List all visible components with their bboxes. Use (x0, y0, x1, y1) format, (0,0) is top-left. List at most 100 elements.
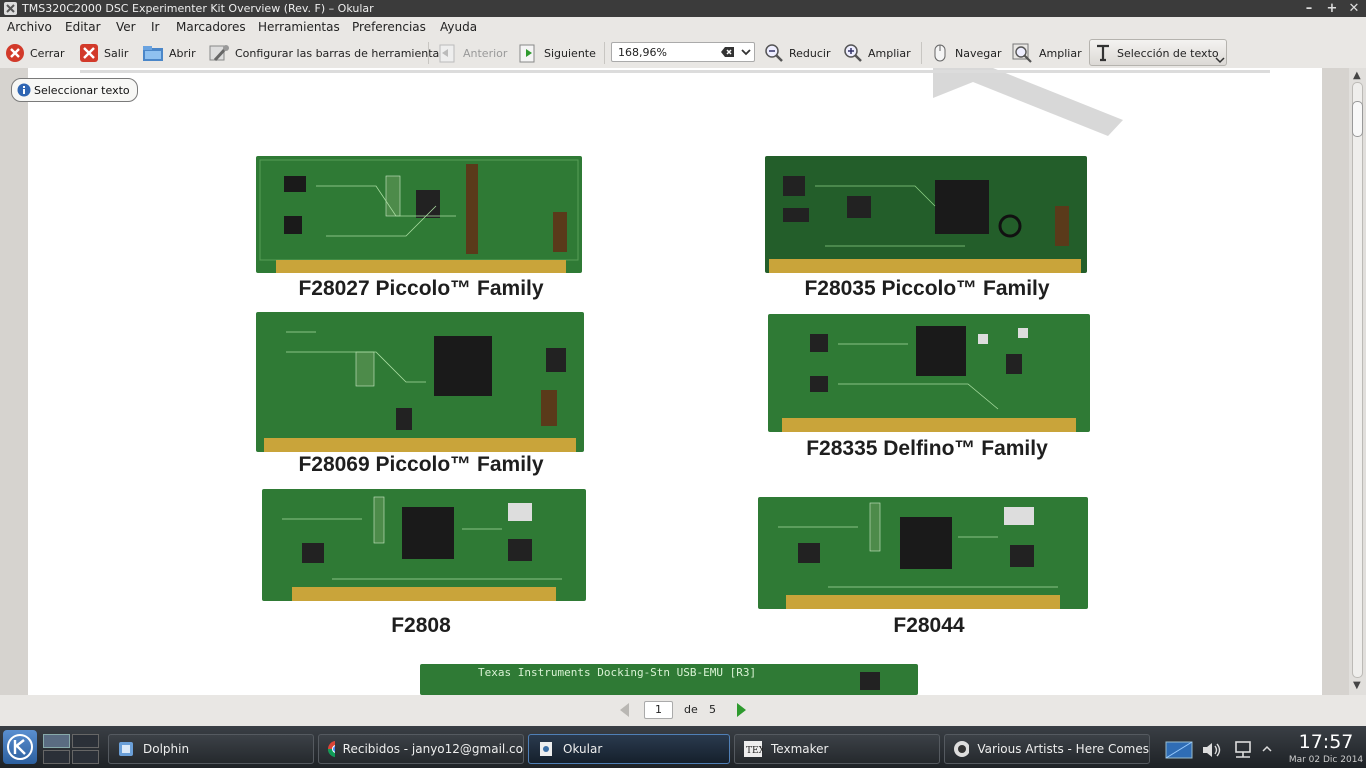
zoom-in-icon (844, 44, 862, 62)
zoom-tool-label: Ampliar (1039, 46, 1082, 60)
network-icon[interactable] (1232, 740, 1254, 760)
task-okular[interactable]: Okular (528, 734, 730, 764)
board-label-f28027: F28027 Piccolo™ Family (298, 277, 544, 300)
browse-label: Navegar (955, 46, 1002, 60)
board-image-f28027 (256, 156, 582, 273)
scrollbar-track[interactable] (1352, 82, 1363, 678)
minimize-icon[interactable]: – (1300, 0, 1318, 17)
scroll-up-icon[interactable]: ▲ (1353, 70, 1361, 81)
menu-marcadores[interactable]: Marcadores (176, 20, 246, 34)
task-label: Various Artists - Here Comes (977, 742, 1149, 756)
previous-label: Anterior (463, 46, 508, 60)
board-image-f28044 (758, 497, 1088, 609)
menu-herramientas[interactable]: Herramientas (258, 20, 340, 34)
select-text-hint: Seleccionar texto (11, 78, 138, 102)
board-image-f2808 (262, 489, 586, 601)
board-image-f28335 (768, 314, 1090, 432)
toolbar-separator (921, 42, 922, 64)
next-label: Siguiente (544, 46, 596, 60)
open-folder-icon (143, 46, 163, 61)
okular-icon (540, 742, 552, 756)
menu-ir[interactable]: Ir (151, 20, 159, 34)
page-navigation-bar (0, 695, 1366, 726)
menu-editar[interactable]: Editar (65, 20, 101, 34)
zoom-combobox[interactable]: 168,96% (611, 42, 755, 62)
hint-text: Seleccionar texto (34, 83, 130, 97)
docking-silkscreen: Texas Instruments Docking-Stn USB-EMU [R… (478, 666, 757, 679)
display-icon[interactable] (1165, 740, 1193, 760)
clear-field-icon[interactable] (721, 46, 735, 58)
board-label-f28044: F28044 (893, 614, 965, 637)
next-page-button[interactable]: Siguiente (517, 41, 596, 65)
close-label: Cerrar (30, 46, 65, 60)
zoom-tool-button[interactable]: Ampliar (1012, 41, 1082, 65)
kde-menu-button[interactable] (3, 730, 37, 764)
menu-ayuda[interactable]: Ayuda (440, 20, 477, 34)
virtual-desktop-pager[interactable] (43, 734, 99, 764)
watermark-shape (933, 68, 1123, 136)
menu-archivo[interactable]: Archivo (7, 20, 52, 34)
zoom-value: 168,96% (618, 46, 667, 59)
previous-page-button[interactable]: Anterior (436, 41, 507, 65)
pdf-page: F28027 Piccolo™ Family F28035 Piccolo™ F… (28, 68, 1322, 695)
menu-ver[interactable]: Ver (116, 20, 136, 34)
clock-date: Mar 02 Dic 2014 (1288, 755, 1364, 765)
zoom-out-button[interactable]: Reducir (764, 41, 831, 65)
configure-toolbars-button[interactable]: Configurar las barras de herramientas (208, 41, 445, 65)
page-number-input[interactable]: 1 (644, 701, 673, 719)
desktop-3[interactable] (43, 750, 70, 764)
close-circle-icon (6, 44, 24, 62)
scrollbar-thumb[interactable] (1352, 101, 1363, 137)
board-image-f28069 (256, 312, 584, 452)
toolbar-separator (604, 42, 605, 64)
svg-text:TEX: TEX (746, 746, 763, 756)
chevron-down-icon[interactable] (740, 46, 752, 58)
close-document-button[interactable]: Cerrar (5, 41, 65, 65)
mouse-icon (934, 44, 946, 62)
zoom-in-button[interactable]: Ampliar (843, 41, 911, 65)
zoom-tool-icon (1012, 43, 1032, 63)
task-texmaker[interactable]: TEX Texmaker (734, 734, 940, 764)
chrome-icon (327, 741, 335, 757)
volume-icon[interactable] (1201, 740, 1221, 760)
pcb-photo (768, 314, 1090, 432)
next-page-arrow-icon[interactable] (735, 701, 749, 719)
desktop-2[interactable] (72, 734, 99, 748)
scroll-down-icon[interactable]: ▼ (1353, 680, 1361, 691)
desktop-4[interactable] (72, 750, 99, 764)
open-label: Abrir (169, 46, 196, 60)
previous-page-arrow-icon[interactable] (617, 701, 631, 719)
next-page-icon (519, 44, 535, 63)
task-dolphin[interactable]: Dolphin (108, 734, 314, 764)
task-label: Texmaker (771, 742, 829, 756)
dolphin-icon (119, 742, 133, 756)
texmaker-icon: TEX (744, 741, 763, 757)
maximize-icon[interactable]: + (1323, 0, 1341, 17)
desktop-1[interactable] (43, 734, 70, 748)
dropdown-arrow-icon[interactable] (1215, 56, 1225, 64)
board-label-f28335: F28335 Delfino™ Family (806, 437, 1048, 460)
zoom-out-icon (765, 44, 783, 62)
toolbar-shadow (80, 70, 1270, 73)
info-icon (17, 83, 31, 97)
browse-tool-button[interactable]: Navegar (930, 41, 1002, 65)
board-label-f28069: F28069 Piccolo™ Family (298, 453, 544, 476)
menu-bar: Archivo Editar Ver Ir Marcadores Herrami… (0, 17, 1366, 38)
clock-time[interactable]: 17:57 (1290, 731, 1362, 753)
page-total: 5 (709, 703, 716, 716)
pcb-photo (256, 156, 582, 273)
menu-preferencias[interactable]: Preferencias (352, 20, 426, 34)
quit-button[interactable]: Salir (79, 41, 128, 65)
tray-expand-icon[interactable] (1262, 744, 1272, 754)
task-label: Dolphin (143, 742, 190, 756)
page-of-label: de (684, 703, 698, 716)
open-button[interactable]: Abrir (142, 41, 196, 65)
close-window-icon[interactable]: ✕ (1345, 0, 1363, 17)
task-label: Okular (563, 742, 603, 756)
okular-app-icon (4, 2, 17, 15)
vertical-scrollbar[interactable]: ▲ ▼ (1349, 68, 1366, 695)
board-image-f28035 (765, 156, 1087, 273)
pcb-photo (765, 156, 1087, 273)
task-chrome[interactable]: Recibidos - janyo12@gmail.co (318, 734, 524, 764)
task-music-player[interactable]: Various Artists - Here Comes (944, 734, 1150, 764)
